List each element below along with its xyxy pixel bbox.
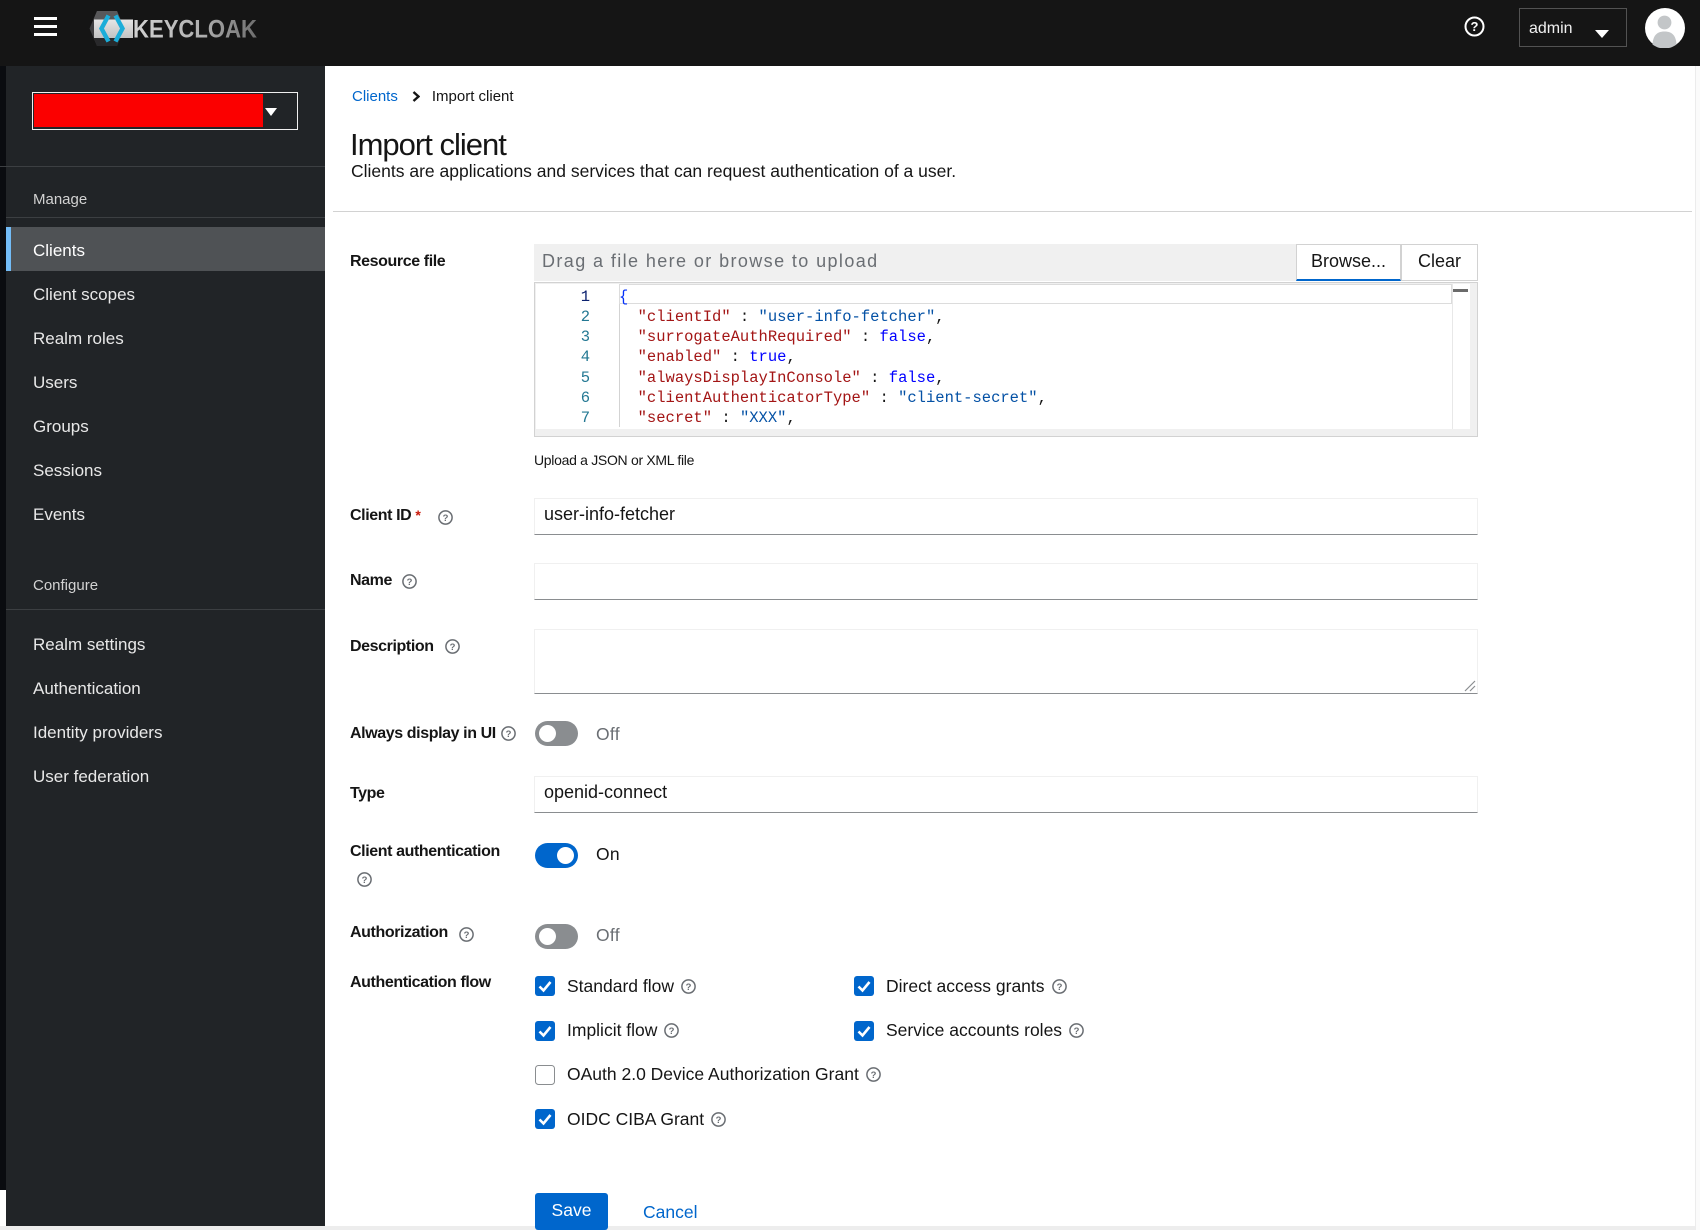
svg-text:?: ?	[716, 1115, 722, 1126]
svg-text:?: ?	[407, 577, 413, 588]
svg-text:KEYCLOAK: KEYCLOAK	[133, 16, 257, 44]
svg-text:?: ?	[464, 930, 470, 941]
svg-text:?: ?	[870, 1070, 876, 1081]
svg-text:?: ?	[1074, 1026, 1080, 1037]
svg-text:?: ?	[1471, 19, 1479, 34]
svg-text:?: ?	[669, 1026, 675, 1037]
svg-text:?: ?	[362, 875, 368, 886]
svg-text:?: ?	[450, 642, 456, 653]
svg-text:?: ?	[686, 982, 692, 993]
svg-text:?: ?	[443, 513, 449, 524]
svg-text:?: ?	[506, 729, 512, 740]
svg-text:?: ?	[1056, 982, 1062, 993]
